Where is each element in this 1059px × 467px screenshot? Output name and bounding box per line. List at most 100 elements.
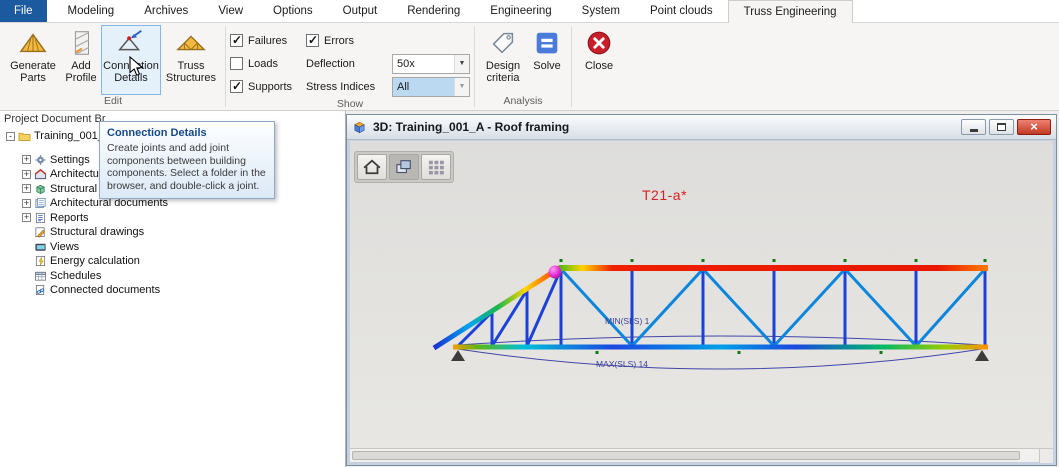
scrollbar-thumb[interactable] (352, 451, 1020, 460)
errors-checkbox-row[interactable]: Errors (306, 29, 470, 52)
selected-joint-sphere[interactable] (549, 266, 562, 279)
tab-options[interactable]: Options (258, 0, 328, 22)
view-mode-button[interactable] (389, 154, 419, 180)
ribbon-group-show: Failures Loads Supports (227, 23, 473, 110)
tree-item-energy-calculation[interactable]: Energy calculation (0, 254, 345, 269)
mouse-cursor-icon (129, 56, 145, 78)
truss-structures-button[interactable]: Truss Structures (161, 25, 221, 95)
expand-icon[interactable]: + (22, 155, 31, 164)
show-group-label: Show (227, 98, 473, 110)
tab-rendering[interactable]: Rendering (392, 0, 475, 22)
ribbon-group-edit: Generate Parts Add Profile (2, 23, 224, 110)
window-close-button[interactable] (1017, 119, 1051, 135)
tab-view[interactable]: View (203, 0, 258, 22)
expand-icon[interactable]: + (22, 199, 31, 208)
analysis-group-label: Analysis (476, 95, 570, 110)
group-separator (474, 26, 475, 107)
failures-label: Failures (248, 35, 287, 47)
group-separator (225, 26, 226, 107)
chevron-down-icon[interactable] (454, 55, 469, 73)
supports-checkbox-row[interactable]: Supports (230, 75, 306, 98)
min-deflection-label: MIN(SLS) 1 (605, 316, 649, 326)
chevron-down-icon[interactable] (454, 78, 469, 96)
stress-indices-label: Stress Indices (306, 81, 392, 93)
close-button[interactable]: Close (576, 25, 622, 95)
failures-checkbox[interactable] (230, 34, 243, 47)
3d-canvas[interactable]: T21-a* MIN(SLS) 1 MAX(SLS) 14 (350, 141, 1053, 448)
stress-indices-dropdown[interactable]: All (392, 77, 470, 97)
home-view-button[interactable] (357, 154, 387, 180)
tree-item-label: Energy calculation (50, 255, 140, 267)
solve-button[interactable]: Solve (527, 25, 567, 95)
report-icon (34, 212, 47, 224)
edit-group-label: Edit (2, 95, 224, 110)
tree-item-reports[interactable]: + Reports (0, 211, 345, 226)
tree-item-structural-drawings[interactable]: Structural drawings (0, 225, 345, 240)
grid-view-button[interactable] (421, 154, 451, 180)
loads-checkbox-row[interactable]: Loads (230, 52, 306, 75)
deflection-value: 50x (393, 55, 454, 73)
minimize-button[interactable] (961, 119, 986, 135)
errors-checkbox[interactable] (306, 34, 319, 47)
tab-point-clouds[interactable]: Point clouds (635, 0, 728, 22)
failures-checkbox-row[interactable]: Failures (230, 29, 306, 52)
truss-id-label: T21-a* (642, 187, 687, 203)
add-profile-button[interactable]: Add Profile (61, 25, 101, 95)
solve-icon (532, 28, 562, 58)
window-titlebar[interactable]: 3D: Training_001_A - Roof framing (347, 115, 1056, 140)
structural-model-icon (34, 183, 47, 195)
errors-label: Errors (324, 35, 354, 47)
grid-icon (425, 157, 447, 177)
ribbon-group-analysis: Design criteria Solve Analysis (476, 23, 570, 110)
horizontal-scrollbar[interactable] (350, 448, 1053, 462)
application-window: File Modeling Archives View Options Outp… (0, 0, 1059, 467)
menu-tab-bar: File Modeling Archives View Options Outp… (0, 0, 1059, 23)
design-criteria-icon (488, 28, 518, 58)
tab-file[interactable]: File (0, 0, 47, 22)
truss-drawing (350, 141, 1053, 448)
design-criteria-button[interactable]: Design criteria (479, 25, 527, 95)
tree-item-connected-documents[interactable]: Connected documents (0, 283, 345, 298)
supports-label: Supports (248, 81, 292, 93)
tab-output[interactable]: Output (328, 0, 393, 22)
group-separator (571, 26, 572, 107)
folder-icon (18, 130, 31, 142)
tooltip-title: Connection Details (107, 127, 267, 139)
expand-icon[interactable]: + (22, 184, 31, 193)
3d-view-icon (352, 120, 367, 135)
close-icon (584, 28, 614, 58)
ribbon-group-close: Close (573, 23, 625, 110)
view-toolbar (354, 151, 454, 183)
tree-item-label: Reports (50, 212, 89, 224)
tab-modeling[interactable]: Modeling (53, 0, 130, 22)
browser-panel-title: Project Document Browser (4, 113, 106, 125)
tree-item-schedules[interactable]: Schedules (0, 269, 345, 284)
expand-icon[interactable]: + (22, 170, 31, 179)
supports-checkbox[interactable] (230, 80, 243, 93)
tree-item-label: Settings (50, 154, 90, 166)
architectural-model-icon (34, 168, 47, 180)
deflection-dropdown[interactable]: 50x (392, 54, 470, 74)
3d-view-window: 3D: Training_001_A - Roof framing (346, 114, 1057, 466)
energy-icon (34, 255, 47, 267)
deflection-label: Deflection (306, 58, 392, 70)
layers-icon (393, 157, 415, 177)
maximize-button[interactable] (989, 119, 1014, 135)
house-icon (361, 157, 383, 177)
generate-parts-button[interactable]: Generate Parts (5, 25, 61, 95)
tab-truss-engineering[interactable]: Truss Engineering (728, 0, 853, 23)
tab-archives[interactable]: Archives (129, 0, 203, 22)
collapse-icon[interactable]: - (6, 132, 15, 141)
expand-icon[interactable]: + (22, 213, 31, 222)
tab-system[interactable]: System (567, 0, 635, 22)
gear-icon (34, 154, 47, 166)
truss-structures-icon (176, 28, 206, 58)
tree-item-views[interactable]: Views (0, 240, 345, 255)
schedule-icon (34, 270, 47, 282)
drawing-icon (34, 226, 47, 238)
linked-document-icon (34, 284, 47, 296)
window-title: 3D: Training_001_A - Roof framing (373, 120, 569, 134)
loads-checkbox[interactable] (230, 57, 243, 70)
tab-engineering[interactable]: Engineering (475, 0, 566, 22)
connection-details-tooltip: Connection Details Create joints and add… (99, 121, 275, 199)
